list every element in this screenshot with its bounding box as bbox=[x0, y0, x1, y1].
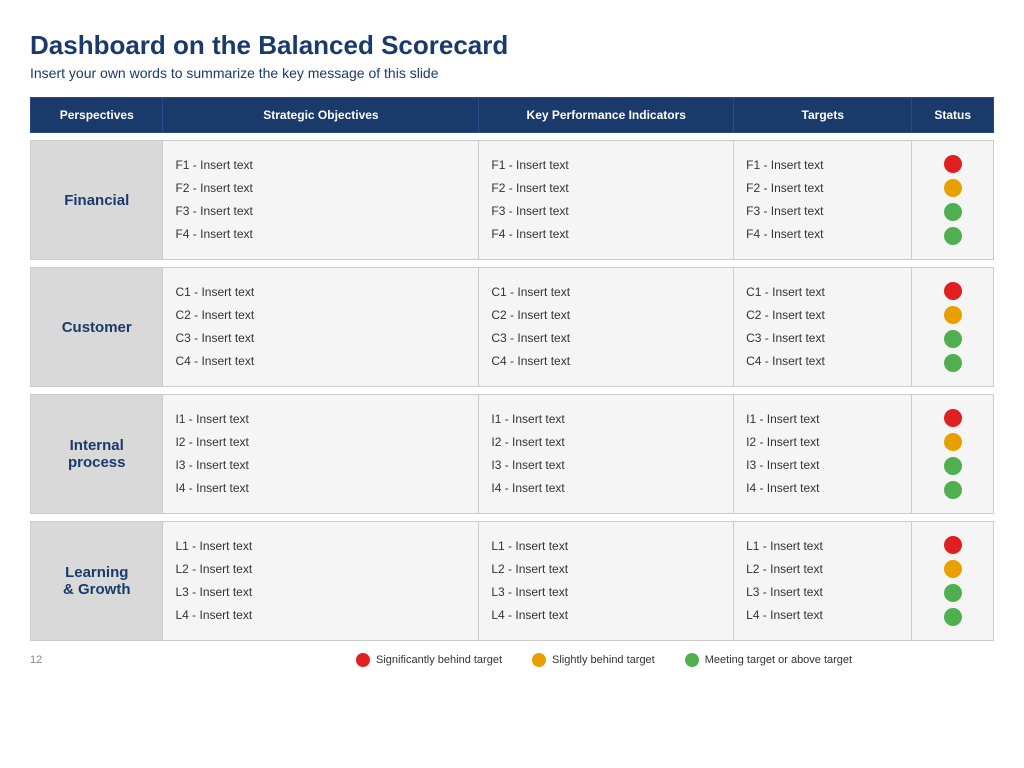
header-strategic-objectives: Strategic Objectives bbox=[163, 98, 479, 133]
legend-label-green: Meeting target or above target bbox=[705, 654, 852, 666]
page-title: Dashboard on the Balanced Scorecard bbox=[30, 30, 994, 61]
status-dot-green bbox=[944, 227, 962, 245]
kpis-2: I1 - Insert textI2 - Insert textI3 - Ins… bbox=[479, 395, 734, 514]
legend-yellow: Slightly behind target bbox=[532, 653, 655, 667]
objectives-3: L1 - Insert textL2 - Insert textL3 - Ins… bbox=[163, 522, 479, 641]
header-status: Status bbox=[912, 98, 994, 133]
status-dot-green bbox=[944, 354, 962, 372]
status-dot-green bbox=[944, 608, 962, 626]
targets-0: F1 - Insert textF2 - Insert textF3 - Ins… bbox=[734, 141, 912, 260]
status-dot-green bbox=[944, 203, 962, 221]
status-dot-yellow bbox=[944, 433, 962, 451]
status-dot-red bbox=[944, 409, 962, 427]
legend-dot-red bbox=[356, 653, 370, 667]
perspective-2: Internal process bbox=[31, 395, 163, 514]
perspective-1: Customer bbox=[31, 268, 163, 387]
legend-label-red: Significantly behind target bbox=[376, 654, 502, 666]
targets-3: L1 - Insert textL2 - Insert textL3 - Ins… bbox=[734, 522, 912, 641]
legend-dot-yellow bbox=[532, 653, 546, 667]
perspective-0: Financial bbox=[31, 141, 163, 260]
status-dot-green bbox=[944, 457, 962, 475]
kpis-3: L1 - Insert textL2 - Insert textL3 - Ins… bbox=[479, 522, 734, 641]
objectives-0: F1 - Insert textF2 - Insert textF3 - Ins… bbox=[163, 141, 479, 260]
targets-2: I1 - Insert textI2 - Insert textI3 - Ins… bbox=[734, 395, 912, 514]
status-dot-yellow bbox=[944, 179, 962, 197]
status-dot-yellow bbox=[944, 306, 962, 324]
kpis-1: C1 - Insert textC2 - Insert textC3 - Ins… bbox=[479, 268, 734, 387]
status-dot-green bbox=[944, 481, 962, 499]
objectives-1: C1 - Insert textC2 - Insert textC3 - Ins… bbox=[163, 268, 479, 387]
perspective-3: Learning & Growth bbox=[31, 522, 163, 641]
page-subtitle: Insert your own words to summarize the k… bbox=[30, 65, 994, 81]
status-dot-green bbox=[944, 584, 962, 602]
table-row: Learning & GrowthL1 - Insert textL2 - In… bbox=[31, 522, 994, 641]
table-row: FinancialF1 - Insert textF2 - Insert tex… bbox=[31, 141, 994, 260]
legend-green: Meeting target or above target bbox=[685, 653, 852, 667]
legend-dot-green bbox=[685, 653, 699, 667]
status-1 bbox=[912, 268, 994, 387]
legend-label-yellow: Slightly behind target bbox=[552, 654, 655, 666]
status-3 bbox=[912, 522, 994, 641]
header-perspectives: Perspectives bbox=[31, 98, 163, 133]
status-dot-yellow bbox=[944, 560, 962, 578]
objectives-2: I1 - Insert textI2 - Insert textI3 - Ins… bbox=[163, 395, 479, 514]
status-dot-green bbox=[944, 330, 962, 348]
table-row: CustomerC1 - Insert textC2 - Insert text… bbox=[31, 268, 994, 387]
status-dot-red bbox=[944, 155, 962, 173]
targets-1: C1 - Insert textC2 - Insert textC3 - Ins… bbox=[734, 268, 912, 387]
kpis-0: F1 - Insert textF2 - Insert textF3 - Ins… bbox=[479, 141, 734, 260]
table-row: Internal processI1 - Insert textI2 - Ins… bbox=[31, 395, 994, 514]
scorecard-table: PerspectivesStrategic ObjectivesKey Perf… bbox=[30, 97, 994, 641]
page-number: 12 bbox=[30, 654, 42, 666]
status-0 bbox=[912, 141, 994, 260]
status-dot-red bbox=[944, 282, 962, 300]
header-targets: Targets bbox=[734, 98, 912, 133]
status-dot-red bbox=[944, 536, 962, 554]
status-2 bbox=[912, 395, 994, 514]
footer: 12 Significantly behind target Slightly b… bbox=[30, 653, 994, 667]
header-key-performance-indicators: Key Performance Indicators bbox=[479, 98, 734, 133]
legend-red: Significantly behind target bbox=[356, 653, 502, 667]
